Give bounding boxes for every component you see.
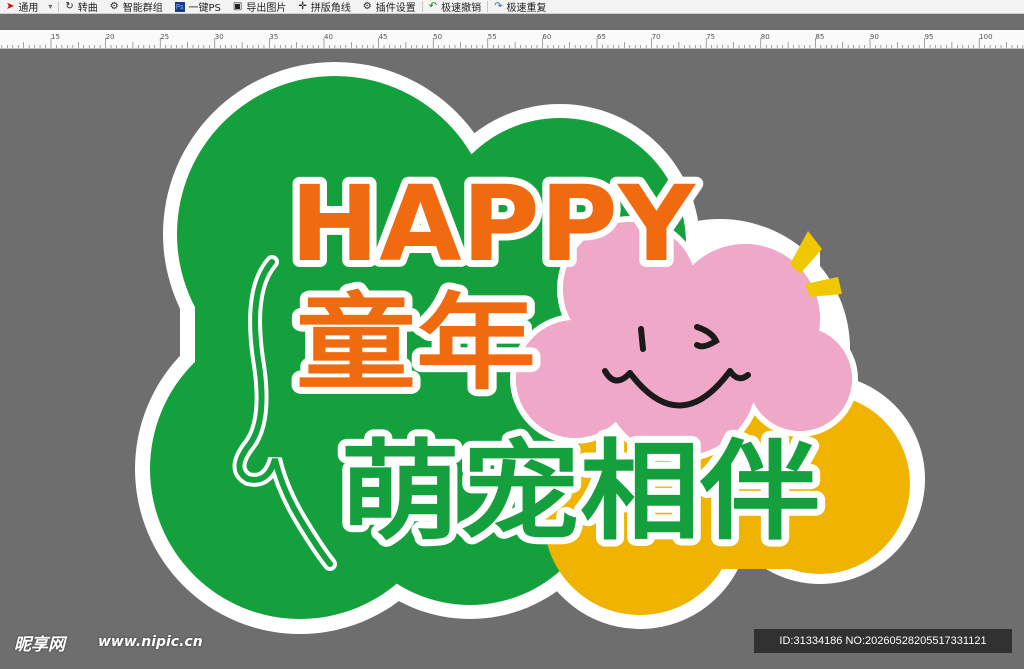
pet-companion-heading: 萌宠相伴 [340, 430, 820, 555]
toolbar-item-plugin-settings[interactable]: ⚙ 插件设置 [357, 0, 422, 13]
curve-icon: ↻ [65, 0, 74, 12]
childhood-heading: 童年 [296, 282, 536, 404]
happy-heading: HAPPY [290, 163, 697, 285]
canvas-artboard[interactable]: HAPPY 童年 萌宠相伴 [0, 49, 1024, 669]
image-id-badge: ID:31334186 NO:20260528205517331121 [754, 629, 1012, 653]
ruler-tick-label: 95 [925, 33, 934, 41]
toolbar-label: 极速重复 [506, 3, 547, 14]
toolbar-label: 一键PS [188, 3, 221, 14]
chevron-down-icon[interactable]: ▾ [48, 2, 52, 11]
toolbar-item-smart-group[interactable]: ⚙ 智能群组 [104, 0, 169, 13]
ruler-tick-label: 40 [324, 33, 333, 41]
watermark-logo: 昵享网 [14, 635, 65, 655]
toolbar-item-general[interactable]: ➤ 通用 ▾ [0, 0, 58, 13]
toolbar-label: 转曲 [77, 3, 98, 14]
ruler-tick-label: 15 [51, 33, 60, 41]
arrow-icon: ➤ [6, 0, 15, 12]
redo-icon: ↷ [494, 0, 503, 12]
ruler-tick-label: 85 [815, 33, 824, 41]
gear-icon: ⚙ [362, 0, 372, 12]
artwork-svg: HAPPY 童年 萌宠相伴 [135, 62, 925, 634]
ps-icon: Ps [174, 1, 185, 12]
ruler-tick-label: 65 [597, 33, 606, 41]
ruler-tick-label: 25 [160, 33, 169, 41]
toolbar-item-fast-undo[interactable]: ↶ 极速撤销 [423, 0, 487, 13]
ruler-tick-label: 35 [269, 33, 278, 41]
watermark-url: www.nipic.cn [98, 634, 203, 650]
toolbar-label: 极速撤销 [441, 3, 482, 14]
toolbar-label: 拼版角线 [310, 3, 351, 14]
ruler-tick-label: 90 [870, 33, 879, 41]
toolbar-item-one-key-ps[interactable]: Ps 一键PS [169, 0, 227, 13]
crop-icon: ✛ [298, 0, 307, 12]
horizontal-ruler[interactable]: 15 20 25 30 35 40 45 50 55 60 65 70 75 80 85 90 95 100 [0, 30, 1024, 49]
undo-icon: ↶ [428, 0, 438, 12]
ruler-tick-label: 55 [488, 33, 497, 41]
ruler-scale: 15 20 25 30 35 40 45 50 55 60 65 70 75 80 85 90 95 100 [1, 33, 1024, 48]
plugin-toolbar: ➤ 通用 ▾ ↻ 转曲 ⚙ 智能群组 Ps 一键PS ▣ 导出图片 ✛ 拼版角线… [0, 0, 1024, 14]
ruler-tick-label: 30 [215, 33, 224, 41]
group-icon: ⚙ [109, 0, 119, 12]
ruler-tick-label: 50 [433, 33, 442, 41]
toolbar-label: 导出图片 [246, 3, 287, 14]
toolbar-item-fast-redo[interactable]: ↷ 极速重复 [488, 0, 552, 13]
ruler-tick-label: 80 [761, 33, 770, 41]
ruler-tick-label: 45 [379, 33, 388, 41]
toolbar-label: 智能群组 [122, 3, 163, 14]
toolbar-item-export-image[interactable]: ▣ 导出图片 [227, 0, 292, 13]
toolbar-label: 通用 [18, 3, 39, 14]
ruler-tick-label: 20 [106, 33, 115, 41]
toolbar-item-curve[interactable]: ↻ 转曲 [59, 0, 103, 13]
toolbar-label: 插件设置 [375, 3, 416, 14]
ruler-tick-label: 70 [652, 33, 661, 41]
image-icon: ▣ [232, 0, 243, 12]
ruler-tick-label: 60 [542, 33, 551, 41]
toolbar-item-crop-marks[interactable]: ✛ 拼版角线 [292, 0, 356, 13]
ruler-tick-label: 75 [706, 33, 715, 41]
ruler-tick-label: 100 [979, 33, 992, 41]
